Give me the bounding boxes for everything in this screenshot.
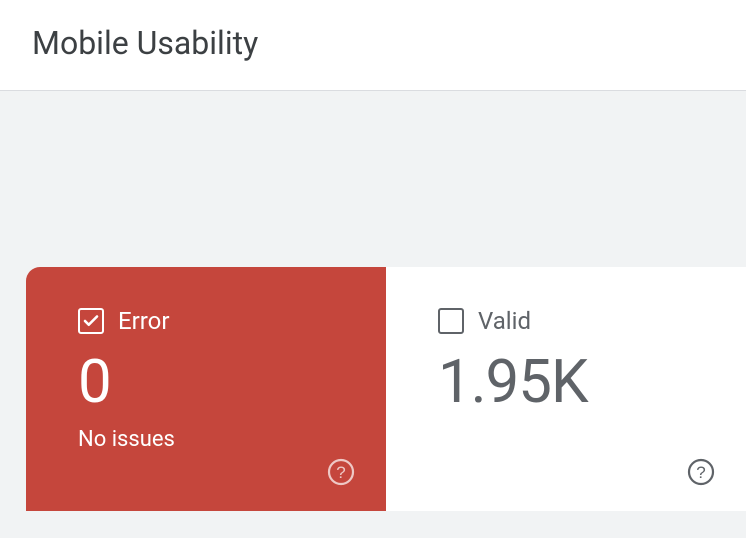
error-subtext: No issues bbox=[78, 427, 350, 452]
cards-row: Error 0 No issues ? Valid 1.95K ? bbox=[0, 267, 746, 511]
svg-text:?: ? bbox=[336, 463, 345, 482]
error-card[interactable]: Error 0 No issues ? bbox=[26, 267, 386, 511]
error-value: 0 bbox=[78, 349, 350, 415]
page-title: Mobile Usability bbox=[32, 24, 714, 62]
content-area: Error 0 No issues ? Valid 1.95K ? bbox=[0, 91, 746, 511]
error-label: Error bbox=[118, 307, 170, 335]
error-card-header: Error bbox=[78, 307, 350, 335]
checkbox-checked-icon[interactable] bbox=[78, 308, 104, 334]
checkbox-unchecked-icon[interactable] bbox=[438, 308, 464, 334]
svg-text:?: ? bbox=[696, 463, 705, 482]
valid-card-header: Valid bbox=[438, 307, 710, 335]
help-icon[interactable]: ? bbox=[326, 457, 356, 487]
valid-card[interactable]: Valid 1.95K ? bbox=[386, 267, 746, 511]
page-header: Mobile Usability bbox=[0, 0, 746, 91]
valid-value: 1.95K bbox=[438, 349, 710, 415]
valid-label: Valid bbox=[478, 307, 531, 335]
help-icon[interactable]: ? bbox=[686, 457, 716, 487]
